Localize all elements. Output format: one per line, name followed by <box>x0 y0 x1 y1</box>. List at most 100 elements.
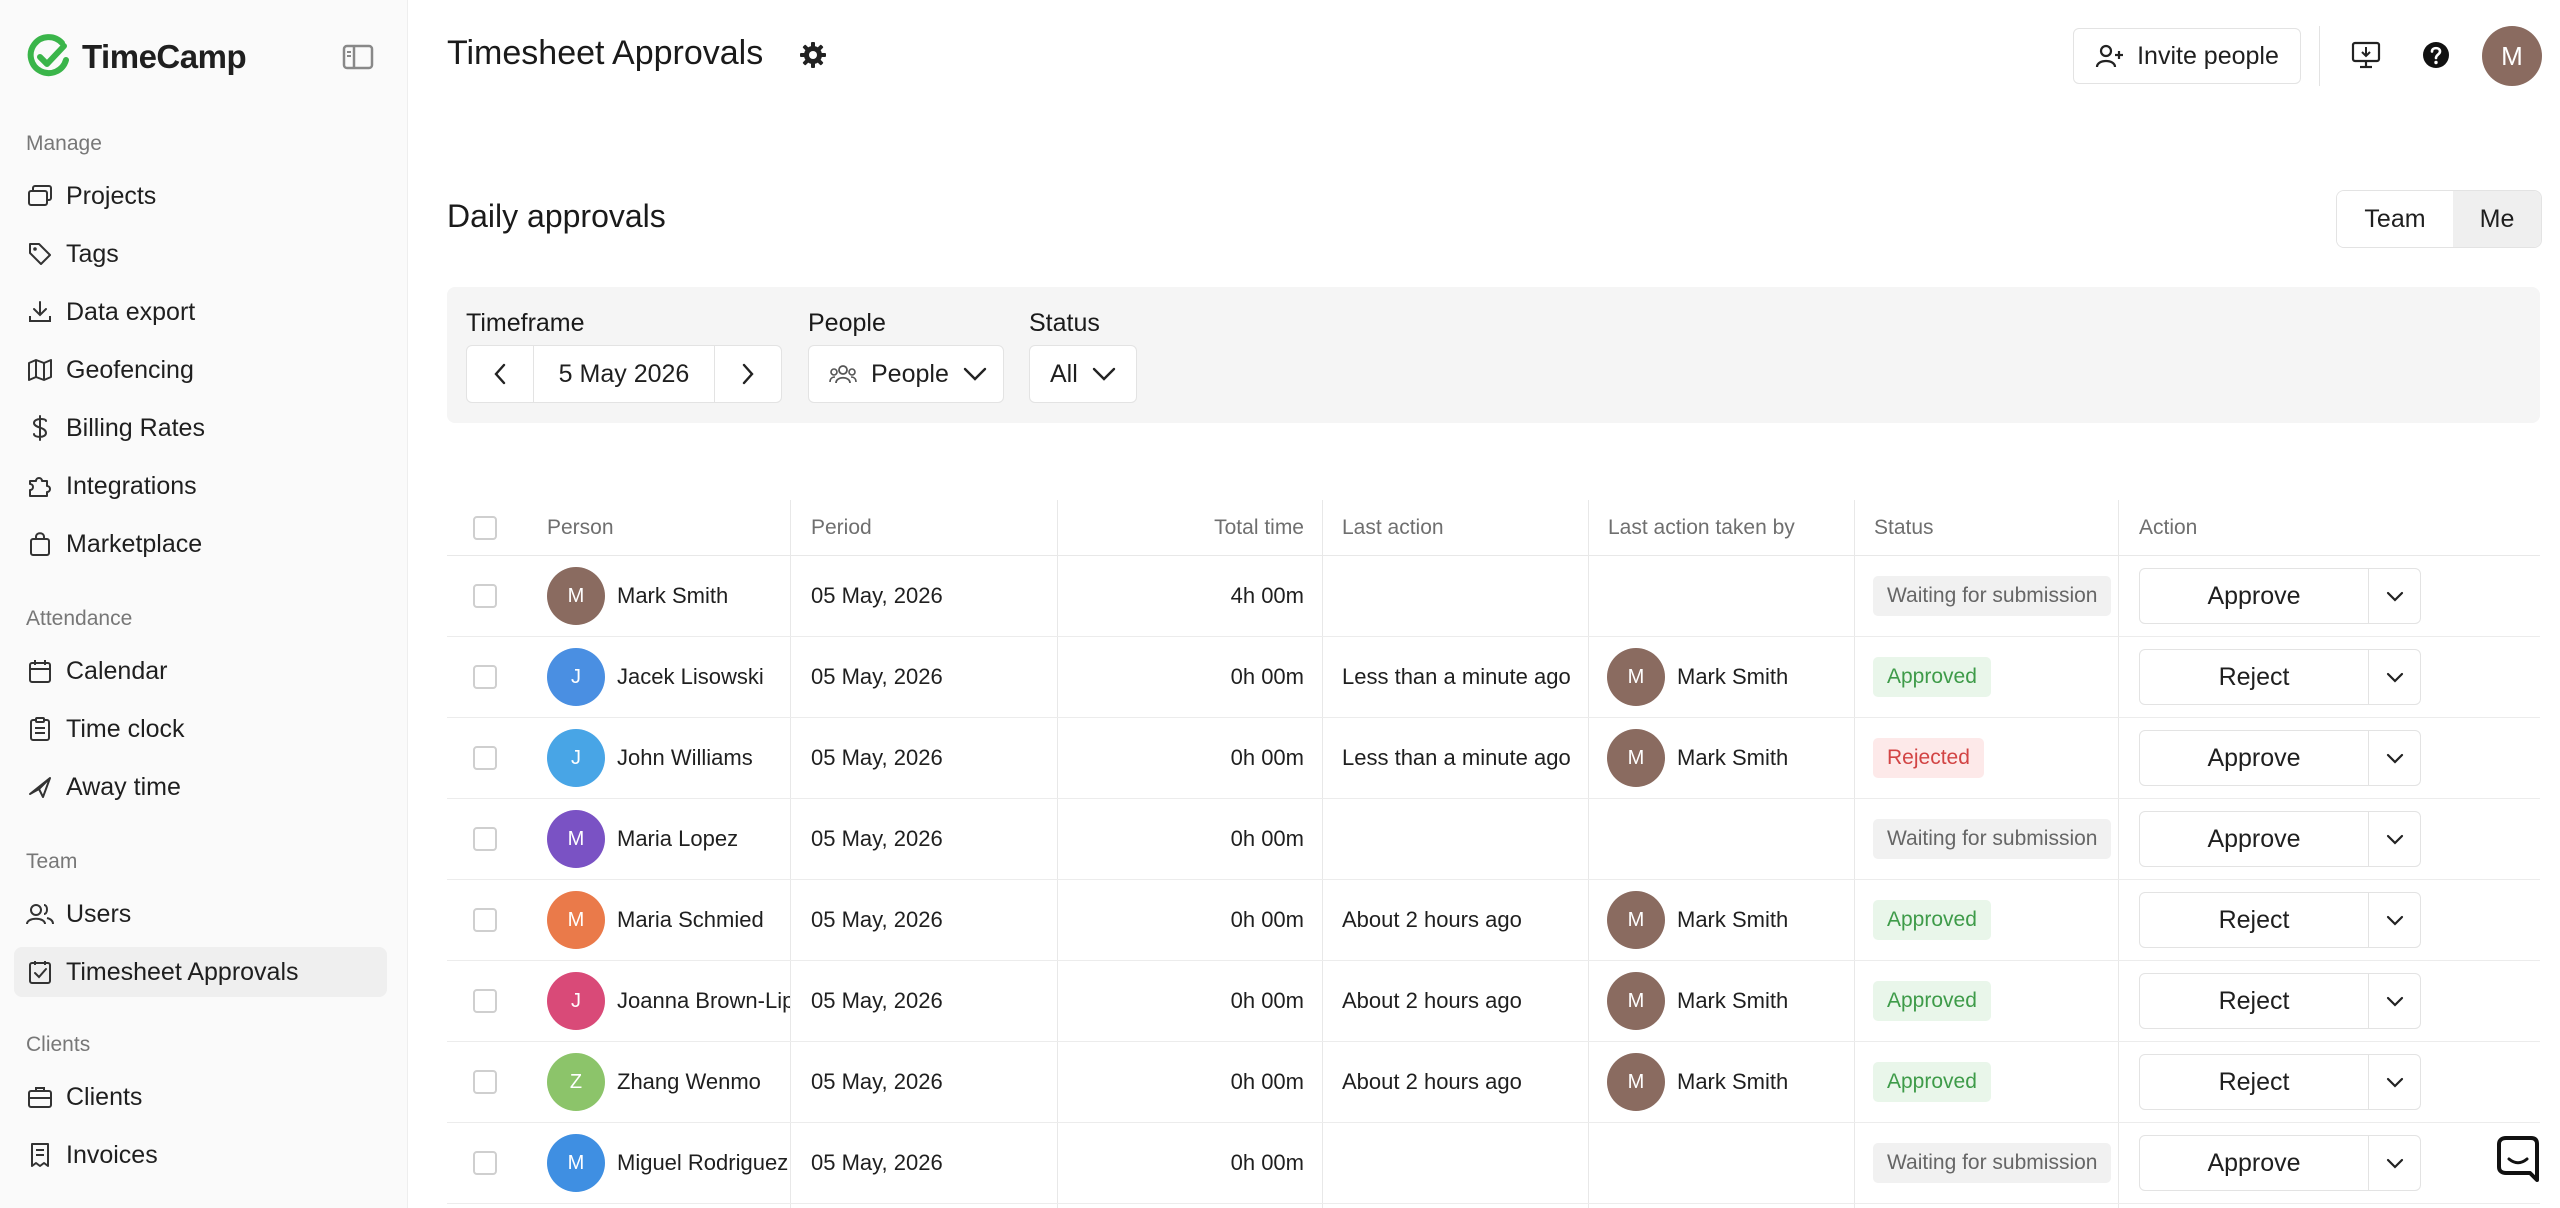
sidebar-item-time-clock[interactable]: Time clock <box>14 704 387 754</box>
person-avatar: M <box>547 810 605 868</box>
action-dropdown-button[interactable] <box>2369 731 2420 785</box>
column-header-person[interactable]: Person <box>547 500 614 556</box>
next-date-button[interactable] <box>715 346 781 402</box>
person-name[interactable]: Miguel Rodriguez <box>617 1150 790 1176</box>
user-avatar[interactable]: M <box>2482 26 2542 86</box>
toggle-me[interactable]: Me <box>2453 191 2541 247</box>
row-checkbox[interactable] <box>473 1070 497 1094</box>
action-dropdown-button[interactable] <box>2369 893 2420 947</box>
last-action: About 2 hours ago <box>1342 907 1522 932</box>
row-checkbox[interactable] <box>473 827 497 851</box>
users-icon <box>26 900 54 928</box>
action-dropdown-button[interactable] <box>2369 974 2420 1028</box>
desktop-app-icon[interactable] <box>2349 38 2383 72</box>
chevron-down-icon <box>2386 591 2403 602</box>
briefcase-icon <box>26 1083 54 1111</box>
total-time: 0h 00m <box>1230 745 1304 770</box>
period: 05 May, 2026 <box>811 907 943 932</box>
row-checkbox[interactable] <box>473 989 497 1013</box>
period: 05 May, 2026 <box>811 583 943 608</box>
sidebar-item-clients[interactable]: Clients <box>14 1072 387 1122</box>
table-row: M Maria Schmied 05 May, 2026 0h 00m About 2 … <box>447 880 2540 961</box>
puzzle-icon <box>26 472 54 500</box>
date-value[interactable]: 5 May 2026 <box>532 346 716 402</box>
status-select[interactable]: All <box>1029 345 1137 403</box>
sidebar-item-invoices[interactable]: Invoices <box>14 1130 387 1180</box>
prev-date-button[interactable] <box>467 346 533 402</box>
sidebar-item-calendar[interactable]: Calendar <box>14 646 387 696</box>
column-header-last-action[interactable]: Last action <box>1342 500 1444 556</box>
reject-button[interactable]: Reject <box>2140 974 2369 1028</box>
row-checkbox[interactable] <box>473 1151 497 1175</box>
action-by-avatar: M <box>1607 1053 1665 1111</box>
sidebar-collapse-icon[interactable] <box>342 44 374 70</box>
invite-people-button[interactable]: Invite people <box>2073 28 2301 84</box>
person-name[interactable]: Mark Smith <box>617 583 790 609</box>
section-label-clients: Clients <box>26 1033 91 1056</box>
help-icon[interactable] <box>2419 38 2453 72</box>
action-by-avatar: M <box>1607 729 1665 787</box>
sidebar-item-billing-rates[interactable]: Billing Rates <box>14 403 387 453</box>
total-time: 4h 00m <box>1230 583 1304 608</box>
sidebar-item-users[interactable]: Users <box>14 889 387 939</box>
chevron-right-icon <box>743 363 754 385</box>
column-header-period[interactable]: Period <box>811 500 872 556</box>
sidebar-item-tags[interactable]: Tags <box>14 229 387 279</box>
select-all-checkbox[interactable] <box>473 516 497 540</box>
row-checkbox[interactable] <box>473 908 497 932</box>
table-row: M Maria Lopez 05 May, 2026 0h 00m Waiting fo… <box>447 799 2540 880</box>
period: 05 May, 2026 <box>811 1069 943 1094</box>
total-time: 0h 00m <box>1230 907 1304 932</box>
toggle-team[interactable]: Team <box>2337 191 2453 247</box>
approve-button[interactable]: Approve <box>2140 731 2369 785</box>
total-time: 0h 00m <box>1230 988 1304 1013</box>
action-dropdown-button[interactable] <box>2369 1055 2420 1109</box>
table-row: J John Williams 05 May, 2026 0h 00m Less tha… <box>447 718 2540 799</box>
chevron-down-icon <box>2386 753 2403 764</box>
sidebar-item-label: Calendar <box>66 656 168 685</box>
row-checkbox[interactable] <box>473 665 497 689</box>
sidebar-item-marketplace[interactable]: Marketplace <box>14 519 387 569</box>
approve-button[interactable]: Approve <box>2140 1136 2369 1190</box>
person-name[interactable]: Zhang Wenmo <box>617 1069 790 1095</box>
checklist-icon <box>26 958 54 986</box>
sidebar-item-label: Tags <box>66 239 119 268</box>
reject-button[interactable]: Reject <box>2140 650 2369 704</box>
action-dropdown-button[interactable] <box>2369 569 2420 623</box>
column-header-total-time[interactable]: Total time <box>1057 500 1304 556</box>
action-dropdown-button[interactable] <box>2369 1136 2420 1190</box>
action-by-avatar: M <box>1607 972 1665 1030</box>
sidebar-item-data-export[interactable]: Data export <box>14 287 387 337</box>
gear-icon[interactable] <box>798 40 828 70</box>
person-name[interactable]: Maria Schmied <box>617 907 790 933</box>
person-name[interactable]: Jacek Lisowski <box>617 664 790 690</box>
sidebar-item-integrations[interactable]: Integrations <box>14 461 387 511</box>
sidebar-item-away-time[interactable]: Away time <box>14 762 387 812</box>
person-name[interactable]: Maria Lopez <box>617 826 790 852</box>
sidebar-item-label: Geofencing <box>66 355 194 384</box>
row-checkbox[interactable] <box>473 746 497 770</box>
person-name[interactable]: John Williams <box>617 745 790 771</box>
approve-button[interactable]: Approve <box>2140 812 2369 866</box>
person-avatar: J <box>547 972 605 1030</box>
approve-button[interactable]: Approve <box>2140 569 2369 623</box>
row-checkbox[interactable] <box>473 584 497 608</box>
sidebar-item-projects[interactable]: Projects <box>14 171 387 221</box>
action-dropdown-button[interactable] <box>2369 650 2420 704</box>
header-divider <box>2319 26 2320 86</box>
column-header-last-action-by[interactable]: Last action taken by <box>1608 500 1795 556</box>
chat-support-icon[interactable] <box>2488 1130 2548 1190</box>
logo[interactable]: TimeCamp <box>26 34 247 80</box>
invoice-icon <box>26 1141 54 1169</box>
person-name[interactable]: Joanna Brown-Lip <box>617 988 790 1014</box>
action-dropdown-button[interactable] <box>2369 812 2420 866</box>
section-label-manage: Manage <box>26 132 102 155</box>
people-select[interactable]: People <box>808 345 1004 403</box>
reject-button[interactable]: Reject <box>2140 1055 2369 1109</box>
reject-button[interactable]: Reject <box>2140 893 2369 947</box>
sidebar-item-geofencing[interactable]: Geofencing <box>14 345 387 395</box>
period: 05 May, 2026 <box>811 745 943 770</box>
status-label: Status <box>1029 309 1100 337</box>
column-header-status[interactable]: Status <box>1874 500 1934 556</box>
sidebar-item-timesheet-approvals[interactable]: Timesheet Approvals <box>14 947 387 997</box>
